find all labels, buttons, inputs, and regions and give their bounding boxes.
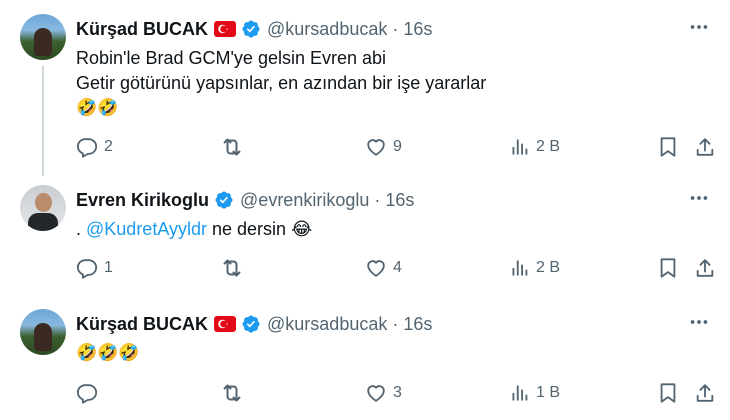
like-count: 3 [393,384,402,401]
mention-link[interactable]: @KudretAyyldr [86,219,207,239]
reply-button[interactable] [76,381,104,405]
views-button[interactable]: 2 B [510,135,560,159]
views-count: 1 B [536,384,561,401]
like-button[interactable]: 3 [365,381,402,405]
timestamp[interactable]: 16s [385,190,414,211]
avatar[interactable] [20,309,66,355]
thread-line [42,66,44,176]
views-icon [510,258,530,278]
tweet-emoji: 🤣🤣🤣 [76,343,140,363]
reply-button[interactable]: 2 [76,135,113,159]
verified-badge-icon[interactable] [241,19,261,39]
separator-dot: · [392,313,399,334]
action-bar: 2 9 2 B [76,135,716,159]
like-count: 9 [393,138,402,155]
share-icon [694,382,716,404]
bookmark-icon [657,136,679,158]
like-icon [365,257,387,279]
verified-badge-icon[interactable] [241,314,261,334]
reply-icon [76,257,98,279]
share-icon [694,136,716,158]
reply-count: 1 [104,259,113,276]
like-icon [365,136,387,158]
turkey-flag-icon [214,21,237,37]
views-button[interactable]: 1 B [510,381,560,405]
retweet-icon [220,256,244,280]
bookmark-icon [657,257,679,279]
more-icon[interactable] [688,187,710,214]
text-suffix: ne dersin 😂 [207,219,313,239]
tweet[interactable]: Kürşad BUCAK @kursadbucak · 16s Robin'le… [0,14,730,176]
author-handle[interactable]: @evrenkirikoglu [240,190,369,211]
tweet-text-line: Robin'le Brad GCM'ye gelsin Evren abi [76,48,387,68]
timestamp[interactable]: 16s [403,19,432,40]
tweet[interactable]: Evren Kirikoglu @evrenkirikoglu · 16s . … [0,185,730,285]
retweet-button[interactable] [220,256,250,280]
reply-icon [76,382,98,404]
author-handle[interactable]: @kursadbucak [267,19,387,40]
retweet-icon [220,135,244,159]
share-button[interactable] [694,135,716,159]
author-handle[interactable]: @kursadbucak [267,314,387,335]
like-button[interactable]: 9 [365,135,402,159]
tweet-emoji: 🤣🤣 [76,98,119,118]
action-bar: 1 4 2 B [76,256,716,280]
views-button[interactable]: 2 B [510,256,560,280]
verified-badge-icon[interactable] [214,190,234,210]
more-icon[interactable] [688,311,710,338]
bookmark-button[interactable] [657,256,679,280]
author-name[interactable]: Kürşad BUCAK [76,19,208,40]
bookmark-button[interactable] [657,135,679,159]
timestamp[interactable]: 16s [403,314,432,335]
text-prefix: . [76,219,87,239]
views-count: 2 B [536,138,561,155]
tweet-header: Evren Kirikoglu @evrenkirikoglu · 16s [76,189,414,211]
avatar[interactable] [20,185,66,231]
like-button[interactable]: 4 [365,256,402,280]
separator-dot: · [374,189,381,210]
share-icon [694,257,716,279]
retweet-icon [220,381,244,405]
more-icon[interactable] [688,16,710,43]
reply-count: 2 [104,138,113,155]
tweet[interactable]: Kürşad BUCAK @kursadbucak · 16s 🤣🤣🤣 3 1 … [0,309,730,409]
reply-button[interactable]: 1 [76,256,113,280]
share-button[interactable] [694,381,716,405]
like-count: 4 [393,259,402,276]
avatar[interactable] [20,14,66,60]
separator-dot: · [392,18,399,39]
retweet-button[interactable] [220,135,250,159]
views-icon [510,383,530,403]
turkey-flag-icon [214,316,237,332]
bookmark-icon [657,382,679,404]
author-name[interactable]: Kürşad BUCAK [76,314,208,335]
tweet-header: Kürşad BUCAK @kursadbucak · 16s [76,313,432,335]
reply-icon [76,136,98,158]
views-count: 2 B [536,259,561,276]
bookmark-button[interactable] [657,381,679,405]
action-bar: 3 1 B [76,381,716,405]
tweet-header: Kürşad BUCAK @kursadbucak · 16s [76,18,432,40]
views-icon [510,137,530,157]
retweet-button[interactable] [220,381,250,405]
share-button[interactable] [694,256,716,280]
tweet-text: . @KudretAyyldr ne dersin 😂 [76,217,312,241]
like-icon [365,382,387,404]
tweet-text-line: Getir götürünü yapsınlar, en azından bir… [76,73,487,93]
author-name[interactable]: Evren Kirikoglu [76,190,209,211]
